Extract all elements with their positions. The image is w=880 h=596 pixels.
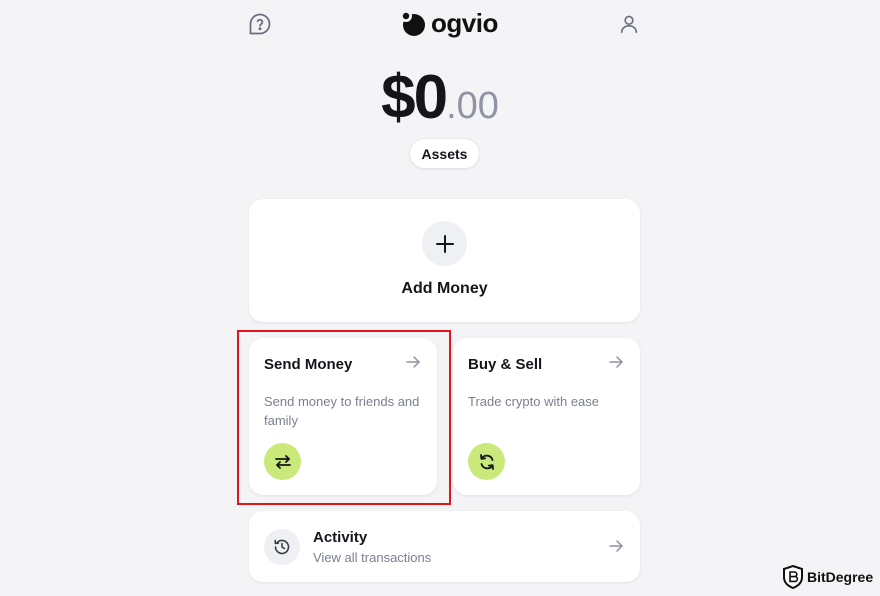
watermark-text: BitDegree: [807, 569, 874, 585]
arrow-right-icon: [609, 540, 623, 552]
help-icon[interactable]: [246, 10, 274, 38]
activity-subtitle: View all transactions: [313, 550, 432, 565]
buy-sell-description: Trade crypto with ease: [468, 394, 600, 409]
activity-card[interactable]: Activity View all transactions: [249, 511, 640, 582]
bitdegree-shield-icon: [783, 565, 803, 589]
arrow-right-icon: [609, 356, 623, 368]
assets-button[interactable]: Assets: [409, 138, 480, 169]
send-money-highlight-frame: [237, 330, 451, 505]
balance-cents: .00: [446, 85, 499, 127]
buy-sell-title: Buy & Sell: [468, 356, 543, 373]
plus-icon: [422, 221, 467, 266]
wallet-home: ogvio $0.00 Assets Add Money Send Money …: [0, 0, 880, 596]
bitdegree-watermark: BitDegree: [782, 565, 873, 589]
refresh-icon: [468, 443, 505, 480]
balance-display: $0.00: [0, 62, 880, 133]
buy-sell-card[interactable]: Buy & Sell Trade crypto with ease: [453, 338, 640, 495]
add-money-card[interactable]: Add Money: [249, 199, 640, 322]
ogvio-logo: ogvio: [398, 8, 498, 39]
history-icon: [264, 529, 300, 565]
balance-whole: $0: [381, 63, 448, 132]
logo-text: ogvio: [431, 8, 498, 38]
activity-title: Activity: [313, 529, 368, 546]
ogvio-logo-mark: [400, 9, 425, 36]
user-icon[interactable]: [615, 10, 643, 38]
add-money-label: Add Money: [401, 280, 488, 297]
